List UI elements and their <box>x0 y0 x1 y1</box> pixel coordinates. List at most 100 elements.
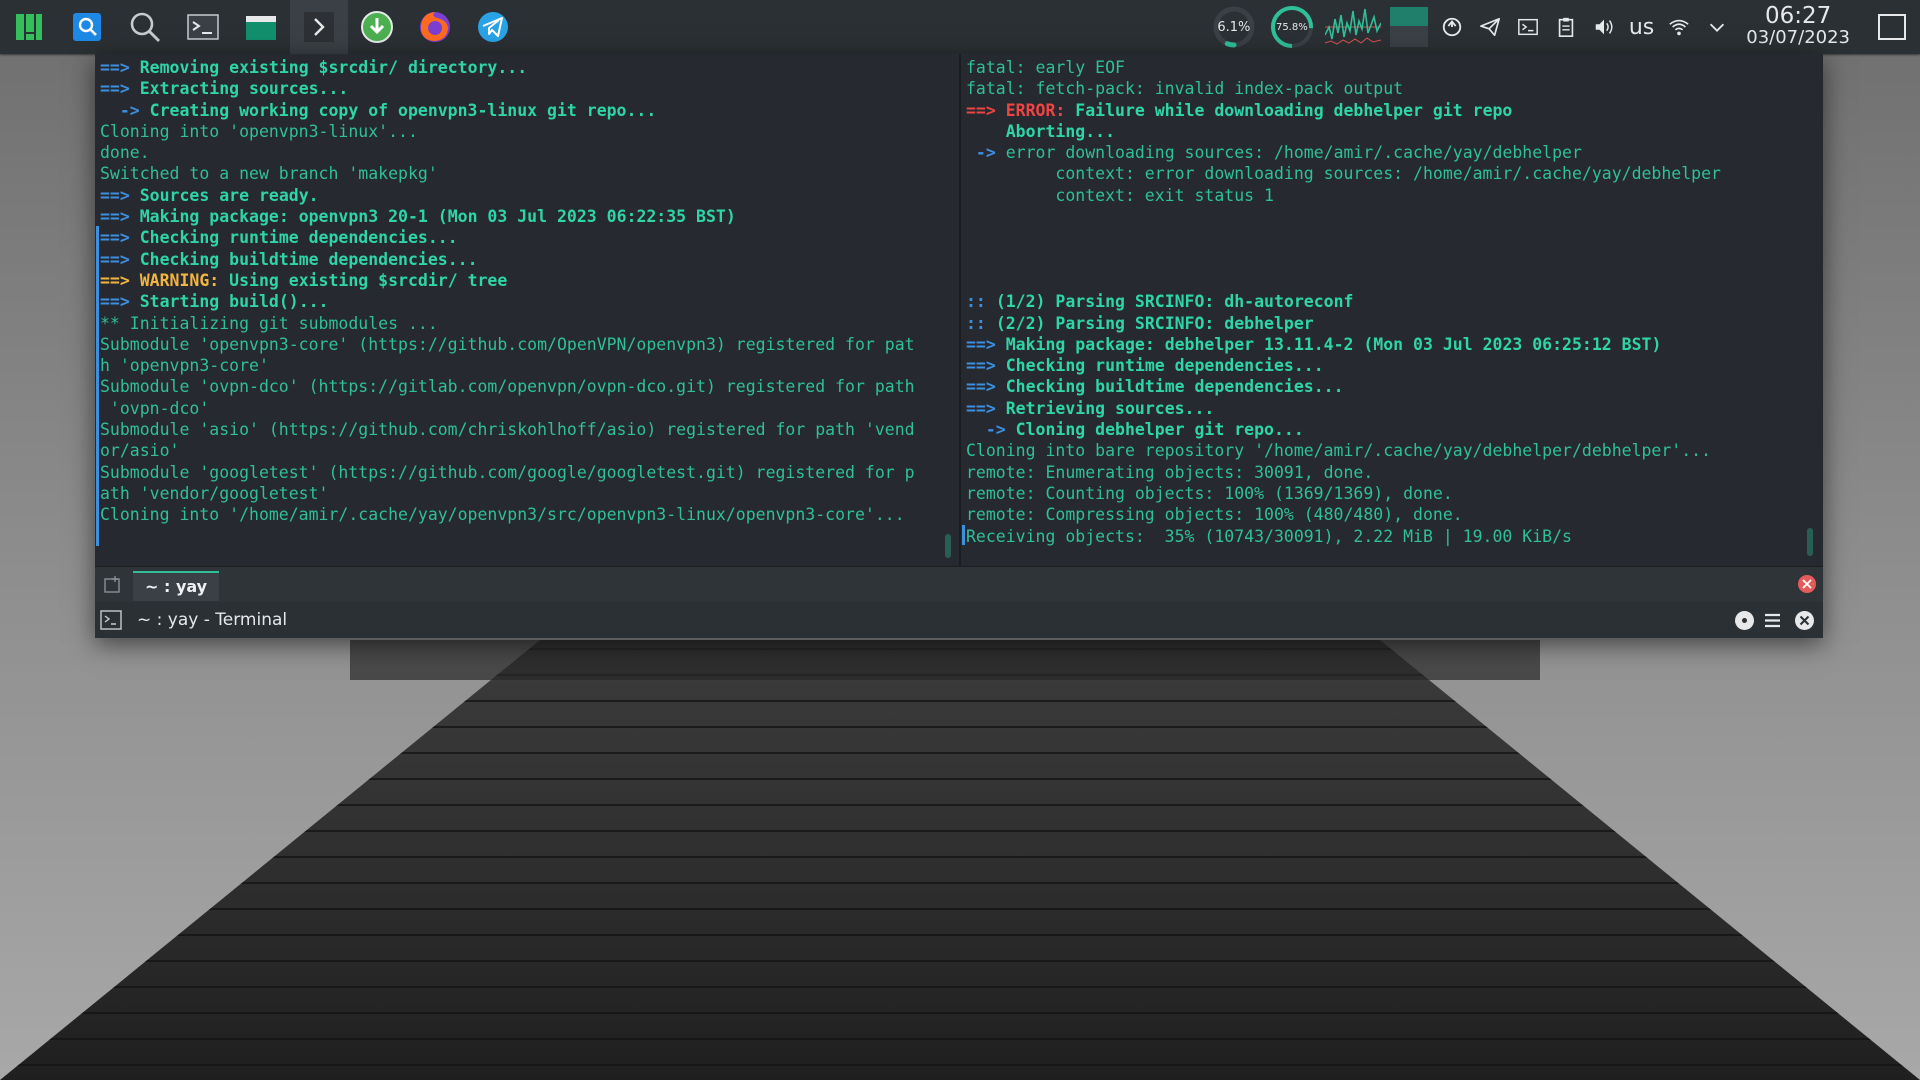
clipboard-icon <box>1558 17 1574 37</box>
terminal-text: Removing existing $srcdir/ directory... <box>139 58 528 77</box>
terminal-prompt-icon <box>1517 18 1538 36</box>
network-graph[interactable] <box>1324 0 1381 54</box>
digital-clock[interactable]: 06:27 03/07/2023 <box>1736 5 1864 49</box>
cpu-monitor[interactable]: 6.1% <box>1209 0 1259 54</box>
terminal-text: Extracting sources... <box>139 79 349 99</box>
launcher-telegram[interactable] <box>464 0 522 54</box>
memory-monitor[interactable]: 75.8% <box>1267 0 1317 54</box>
text-cursor <box>962 525 965 545</box>
launcher-krunner[interactable] <box>58 0 116 54</box>
terminal-text: h 'openvpn3-core' <box>100 356 269 376</box>
firefox-icon <box>420 12 450 42</box>
terminal-text: ath 'vendor/googletest' <box>100 483 329 503</box>
terminal-line: ** Initializing git submodules ... <box>100 313 954 334</box>
tray-wifi[interactable] <box>1660 0 1698 54</box>
terminal-window[interactable]: ==> Removing existing $srcdir/ directory… <box>95 54 1823 638</box>
cpu-label: 6.1% <box>1217 19 1251 35</box>
keep-above-button[interactable] <box>1734 610 1755 631</box>
terminal-text: remote: Enumerating objects: 30091, done… <box>966 462 1374 482</box>
window-title: ~ : yay - Terminal <box>137 610 288 630</box>
terminal-line: Cloning into bare repository '/home/amir… <box>966 440 1818 461</box>
keyboard-layout-indicator[interactable]: us <box>1623 15 1660 40</box>
konsole-icon <box>304 12 334 42</box>
tray-volume[interactable] <box>1585 0 1623 54</box>
launcher-firefox[interactable] <box>406 0 464 54</box>
terminal-text: Checking runtime dependencies... <box>1005 356 1324 376</box>
krunner-icon <box>73 13 101 41</box>
terminal-line: ==> WARNING: Using existing $srcdir/ tre… <box>100 270 954 291</box>
launcher-terminal[interactable] <box>174 0 232 54</box>
tray-terminal[interactable] <box>1509 0 1547 54</box>
tab-yay[interactable]: ~ : yay <box>133 571 220 601</box>
terminal-pane-left[interactable]: ==> Removing existing $srcdir/ directory… <box>95 54 959 566</box>
terminal-text: Using existing $srcdir/ tree <box>219 270 508 290</box>
terminal-line: -> Creating working copy of openvpn3-lin… <box>100 100 954 121</box>
terminal-text: Starting build()... <box>139 292 329 312</box>
terminal-line: ==> Starting build()... <box>100 291 954 312</box>
disk-graph-icon <box>1389 7 1428 47</box>
disk-monitor[interactable] <box>1389 0 1429 54</box>
terminal-text: Cloning into '/home/amir/.cache/yay/open… <box>100 505 905 525</box>
terminal-line: fatal: fetch-pack: invalid index-pack ou… <box>966 78 1818 99</box>
terminal-text: Submodule 'asio' (https://github.com/chr… <box>100 420 915 440</box>
terminal-line: 'ovpn-dco' <box>100 398 954 419</box>
terminal-text: or/asio' <box>100 441 180 461</box>
terminal-text: (2/2) Parsing SRCINFO: debhelper <box>995 313 1314 333</box>
terminal-text: remote: Compressing objects: 100% (480/4… <box>966 505 1463 525</box>
terminal-line: ==> Extracting sources... <box>100 78 954 99</box>
launcher-download-manager[interactable] <box>348 0 406 54</box>
scrollbar[interactable] <box>1807 528 1813 556</box>
terminal-text: Cloning debhelper git repo... <box>1015 420 1304 440</box>
new-tab-icon[interactable] <box>103 575 123 595</box>
telegram-icon <box>478 12 508 42</box>
terminal-text: Aborting... <box>966 121 1116 141</box>
terminal-line: ==> Checking runtime dependencies... <box>100 227 954 248</box>
terminal-line: ==> Removing existing $srcdir/ directory… <box>100 57 954 78</box>
terminal-text: fatal: early EOF <box>966 58 1125 77</box>
launcher-app-menu[interactable] <box>0 0 58 54</box>
launcher-search[interactable] <box>116 0 174 54</box>
close-window-button[interactable] <box>1794 610 1815 631</box>
scrollbar[interactable] <box>945 534 951 558</box>
file-manager-icon <box>246 16 276 40</box>
terminal-output: ==> Removing existing $srcdir/ directory… <box>100 57 954 526</box>
show-desktop-button[interactable] <box>1864 0 1920 54</box>
terminal-text: ** Initializing git submodules ... <box>100 313 438 333</box>
tray-vpn[interactable] <box>1433 0 1471 54</box>
terminal-line: ==> ERROR: Failure while downloading deb… <box>966 100 1818 121</box>
terminal-pane-right[interactable]: fatal: early EOF fatal: fetch-pack: inval… <box>961 54 1823 566</box>
tray-clipboard[interactable] <box>1547 0 1585 54</box>
terminal-line: ==> Retrieving sources... <box>966 398 1818 419</box>
tray-expander[interactable] <box>1698 0 1736 54</box>
terminal-line: context: error downloading sources: /hom… <box>966 163 1818 184</box>
tray-telegram[interactable] <box>1471 0 1509 54</box>
terminal-text: Checking runtime dependencies... <box>139 228 458 248</box>
terminal-line: -> error downloading sources: /home/amir… <box>966 142 1818 163</box>
terminal-text: Creating working copy of openvpn3-linux … <box>149 100 657 120</box>
terminal-line: ==> Checking buildtime dependencies... <box>966 376 1818 397</box>
window-titlebar[interactable]: ~ : yay - Terminal <box>95 602 1823 638</box>
terminal-app-icon <box>100 610 122 630</box>
terminal-text: Making package: debhelper 13.11.4-2 (Mon… <box>1005 334 1662 354</box>
menu-button[interactable] <box>1762 610 1783 631</box>
close-tab-icon[interactable] <box>1797 574 1817 594</box>
terminal-text: Cloning into 'openvpn3-linux'... <box>100 121 418 141</box>
terminal-text: Cloning into bare repository '/home/amir… <box>966 441 1712 461</box>
launcher-file-manager[interactable] <box>232 0 290 54</box>
terminal-text: :: <box>966 292 996 312</box>
terminal-line: :: (2/2) Parsing SRCINFO: debhelper <box>966 313 1818 334</box>
terminal-line: done. <box>100 142 954 163</box>
terminal-text: :: <box>966 313 996 333</box>
terminal-text: Receiving objects: 35% (10743/30091), 2.… <box>966 526 1572 546</box>
terminal-icon <box>187 14 219 40</box>
terminal-text: ==> <box>966 377 1006 397</box>
launcher-konsole[interactable] <box>290 0 348 54</box>
terminal-text: Submodule 'openvpn3-core' (https://githu… <box>100 334 915 354</box>
terminal-text: ==> <box>966 398 1006 418</box>
terminal-text: ==> <box>966 334 1006 354</box>
system-tray: 6.1% 75.8% us 06:27 03/07/2023 <box>1205 0 1920 54</box>
terminal-text: Making package: openvpn3 20-1 (Mon 03 Ju… <box>139 207 736 227</box>
